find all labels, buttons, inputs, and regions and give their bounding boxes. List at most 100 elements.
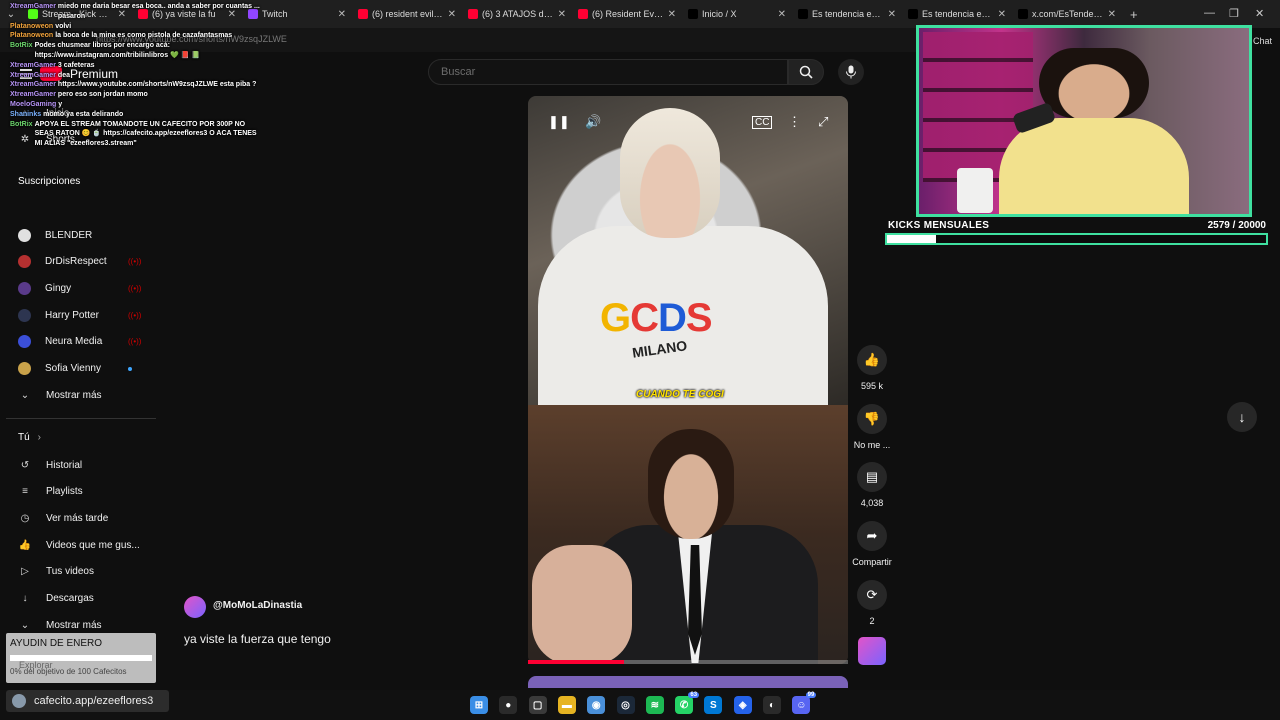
search-icon[interactable]: ● bbox=[499, 696, 518, 714]
search-input[interactable]: Buscar bbox=[428, 59, 788, 85]
browser-tab[interactable]: Es tendencia en X en ✕ bbox=[902, 0, 1012, 28]
tab-title: x.com/EsTendencia bbox=[1032, 9, 1104, 19]
browser-tab[interactable]: (6) resident evil 9 re ✕ bbox=[352, 0, 462, 28]
tab-title: Es tendencia en X en bbox=[922, 9, 994, 19]
sidebar-item-clock[interactable]: ◷ Ver más tarde bbox=[18, 509, 158, 527]
your-videos-icon: ▷ bbox=[21, 566, 29, 578]
channel-avatar bbox=[18, 362, 31, 375]
chat-message: Shaninks momo ya esta delirando bbox=[10, 110, 260, 120]
task-view-icon[interactable]: ▢ bbox=[528, 696, 547, 714]
file-explorer-icon[interactable]: ▬ bbox=[557, 696, 576, 714]
search-button[interactable] bbox=[788, 59, 824, 85]
volume-icon[interactable]: 🔊 bbox=[585, 114, 601, 130]
live-icon: ((•)) bbox=[128, 257, 142, 267]
more-options-icon[interactable]: ⋮ bbox=[788, 114, 801, 130]
channel-avatar[interactable] bbox=[858, 637, 886, 665]
history-icon: ↺ bbox=[20, 459, 30, 471]
tab-title: (6) resident evil 9 re bbox=[372, 9, 444, 19]
video-progress-bar[interactable] bbox=[528, 660, 848, 664]
tab-close-icon[interactable]: ✕ bbox=[888, 9, 896, 20]
taskbar-glyph: ◐ bbox=[768, 699, 776, 711]
subscriptions-header[interactable]: Suscripciones bbox=[18, 176, 80, 187]
remix-button[interactable]: ⟳ 2 bbox=[848, 580, 896, 626]
spotify-icon[interactable]: ≋ bbox=[645, 696, 664, 714]
pause-icon[interactable]: ❚❚ bbox=[548, 114, 570, 130]
sidebar-item-label: Videos que me gus... bbox=[46, 539, 140, 551]
sidebar-channel[interactable]: Gingy ((•)) bbox=[18, 279, 158, 297]
browser-tab[interactable]: (6) 3 ATAJOS de TEC ✕ bbox=[462, 0, 572, 28]
sidebar-item-thumbs-up[interactable]: 👍 Videos que me gus... bbox=[18, 536, 158, 554]
coffee-icon bbox=[12, 694, 26, 708]
show-more-you[interactable]: ⌄ Mostrar más bbox=[18, 616, 158, 634]
microphone-icon bbox=[846, 65, 856, 79]
tab-close-icon[interactable]: ✕ bbox=[998, 9, 1006, 20]
chat-text: https://www.youtube.com/shorts/nW9zsqJZL… bbox=[57, 81, 257, 89]
steam-icon[interactable]: ◎ bbox=[616, 696, 635, 714]
sidebar-item-label: Historial bbox=[46, 459, 83, 471]
share-button[interactable]: ➦ Compartir bbox=[848, 521, 896, 567]
app-icon[interactable]: ◈ bbox=[733, 696, 752, 714]
sidebar-channel[interactable]: Neura Media ((•)) bbox=[18, 333, 158, 351]
tab-close-icon[interactable]: ✕ bbox=[778, 9, 786, 20]
short-video-player[interactable]: GCDS MILANO CUANDO TE COGI bbox=[528, 96, 848, 664]
whatsapp-icon[interactable]: ✆ 63 bbox=[675, 692, 700, 714]
comment-icon: ▤ bbox=[857, 462, 887, 492]
sidebar-item-history[interactable]: ↺ Historial bbox=[18, 456, 158, 474]
discord-icon[interactable]: ☺ 99 bbox=[792, 692, 817, 714]
browser-tab[interactable]: Inicio / X ✕ bbox=[682, 0, 792, 28]
channel-name: Sofia Vienny bbox=[45, 363, 101, 374]
like-button[interactable]: 👍 595 k bbox=[848, 345, 896, 391]
chat-username: XtreamGamer bbox=[10, 3, 56, 10]
windows-start-icon[interactable]: ⊞ bbox=[470, 696, 488, 714]
sidebar-item-label: Playlists bbox=[46, 486, 83, 498]
sidebar-channel[interactable]: Harry Potter ((•)) bbox=[18, 306, 158, 324]
chat-username: Shaninks bbox=[10, 110, 42, 118]
new-tab-button[interactable]: + bbox=[1130, 7, 1138, 22]
show-more-subscriptions[interactable]: ⌄ Mostrar más bbox=[18, 386, 158, 404]
sidebar-channel[interactable]: BLENDER bbox=[18, 226, 158, 244]
tab-close-icon[interactable]: ✕ bbox=[448, 9, 456, 20]
stream-chat-overlay: XtreamGamer miedo me daria besar esa boca… bbox=[10, 2, 260, 149]
cafecito-link: cafecito.app/ezeeflores3 bbox=[34, 695, 154, 707]
dislike-button[interactable]: 👎 No me ... bbox=[848, 404, 896, 450]
maximize-icon[interactable]: ❐ bbox=[1229, 7, 1239, 20]
sidebar-item-playlist[interactable]: ≡ Playlists bbox=[18, 483, 158, 501]
sidebar-item-download[interactable]: ↓ Descargas bbox=[18, 590, 158, 608]
chat-text: APOYA EL STREAM TOMANDOTE UN CAFECITO PO… bbox=[34, 120, 257, 148]
browser-tab[interactable]: Es tendencia en X en ✕ bbox=[792, 0, 902, 28]
tab-close-icon[interactable]: ✕ bbox=[338, 9, 346, 20]
captions-icon[interactable]: CC bbox=[752, 116, 773, 129]
obs-icon[interactable]: ◐ bbox=[763, 696, 781, 714]
skype-icon[interactable]: S bbox=[704, 696, 723, 714]
taskbar-glyph: ☺ bbox=[796, 699, 807, 711]
minimize-icon[interactable]: — bbox=[1204, 7, 1215, 19]
sidebar-channel[interactable]: Sofia Vienny bbox=[18, 360, 158, 378]
comments-button[interactable]: ▤ 4,038 bbox=[848, 462, 896, 508]
voice-search-button[interactable] bbox=[838, 59, 864, 85]
browser-tab[interactable]: x.com/EsTendencia ✕ bbox=[1012, 0, 1122, 28]
sidebar-channel[interactable]: DrDisRespect ((•)) bbox=[18, 253, 158, 271]
sidebar-item-your-videos[interactable]: ▷ Tus videos bbox=[18, 563, 158, 581]
chat-label[interactable]: Chat bbox=[1253, 36, 1272, 46]
chat-message: Platanoweon la boca de la mina es como pi… bbox=[10, 31, 260, 41]
channel-avatar[interactable] bbox=[184, 596, 206, 618]
channel-name[interactable]: @MoMoLaDinastia bbox=[213, 600, 302, 611]
chevron-down-icon: ⌄ bbox=[20, 619, 30, 631]
browser-tab[interactable]: (6) Resident Evil Req ✕ bbox=[572, 0, 682, 28]
next-short-preview[interactable] bbox=[528, 676, 848, 688]
tab-close-icon[interactable]: ✕ bbox=[1108, 9, 1116, 20]
tab-close-icon[interactable]: ✕ bbox=[668, 9, 676, 20]
like-count: 595 k bbox=[860, 381, 884, 391]
clock-icon: ◷ bbox=[20, 512, 30, 524]
live-icon: ((•)) bbox=[128, 310, 142, 320]
close-window-icon[interactable]: ✕ bbox=[1255, 7, 1264, 20]
taskbar-glyph: ≋ bbox=[650, 699, 659, 711]
next-short-button[interactable]: ↓ bbox=[1227, 402, 1257, 432]
gcds-logo: GCDS bbox=[600, 296, 713, 340]
tab-close-icon[interactable]: ✕ bbox=[558, 9, 566, 20]
chrome-icon[interactable]: ◉ bbox=[587, 696, 606, 714]
tab-title: (6) Resident Evil Req bbox=[592, 9, 664, 19]
you-header[interactable]: Tú › bbox=[18, 432, 41, 443]
fullscreen-icon[interactable]: ⤢ bbox=[818, 114, 828, 130]
channel-avatar bbox=[18, 308, 31, 322]
